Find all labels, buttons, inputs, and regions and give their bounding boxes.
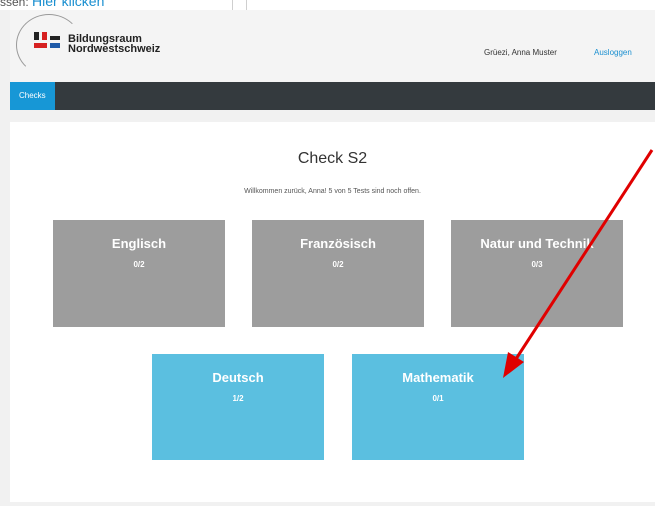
logo-line-2: Nordwestschweiz [68, 43, 161, 55]
notice-hint: ssen: [0, 0, 29, 9]
main-nav: Checks [10, 82, 655, 110]
site-header: Bildungsraum Nordwestschweiz Grüezi, Ann… [10, 10, 655, 82]
notice-box-right [246, 0, 655, 10]
tile-score: 0/2 [332, 260, 344, 269]
page-title: Check S2 [297, 150, 368, 167]
browser-top-strip: ssen: Hier klicken [0, 0, 655, 10]
tile-name: Natur und Technik [480, 236, 594, 251]
tile-name: Deutsch [212, 370, 264, 385]
test-tile-natur-und-technik[interactable]: Natur und Technik 0/3 [451, 220, 623, 327]
notice-box: ssen: Hier klicken [0, 0, 233, 10]
user-greeting: Grüezi, Anna Muster [484, 48, 557, 57]
logo-icon[interactable] [34, 32, 60, 54]
notice-text: ssen: Hier klicken [0, 0, 104, 9]
test-tile-mathematik[interactable]: Mathematik 0/1 [352, 354, 524, 460]
logo-text[interactable]: Bildungsraum Nordwestschweiz [68, 34, 161, 55]
tile-score: 0/2 [133, 260, 145, 269]
tile-name: Englisch [111, 236, 167, 251]
test-tile-englisch[interactable]: Englisch 0/2 [53, 220, 225, 327]
tile-name: Französisch [300, 236, 376, 251]
notice-link[interactable]: Hier klicken [32, 0, 104, 9]
logout-link[interactable]: Ausloggen [594, 48, 632, 57]
tile-score: 1/2 [232, 394, 244, 403]
test-tile-franzoesisch[interactable]: Französisch 0/2 [252, 220, 424, 327]
tile-score: 0/1 [432, 394, 444, 403]
tile-score: 0/3 [531, 260, 543, 269]
test-tile-deutsch[interactable]: Deutsch 1/2 [152, 354, 324, 460]
tab-checks[interactable]: Checks [10, 82, 55, 110]
main-content: Check S2 Willkommen zurück, Anna! 5 von … [10, 122, 655, 502]
tile-name: Mathematik [402, 370, 474, 385]
welcome-subtitle: Willkommen zurück, Anna! 5 von 5 Tests s… [244, 188, 421, 195]
